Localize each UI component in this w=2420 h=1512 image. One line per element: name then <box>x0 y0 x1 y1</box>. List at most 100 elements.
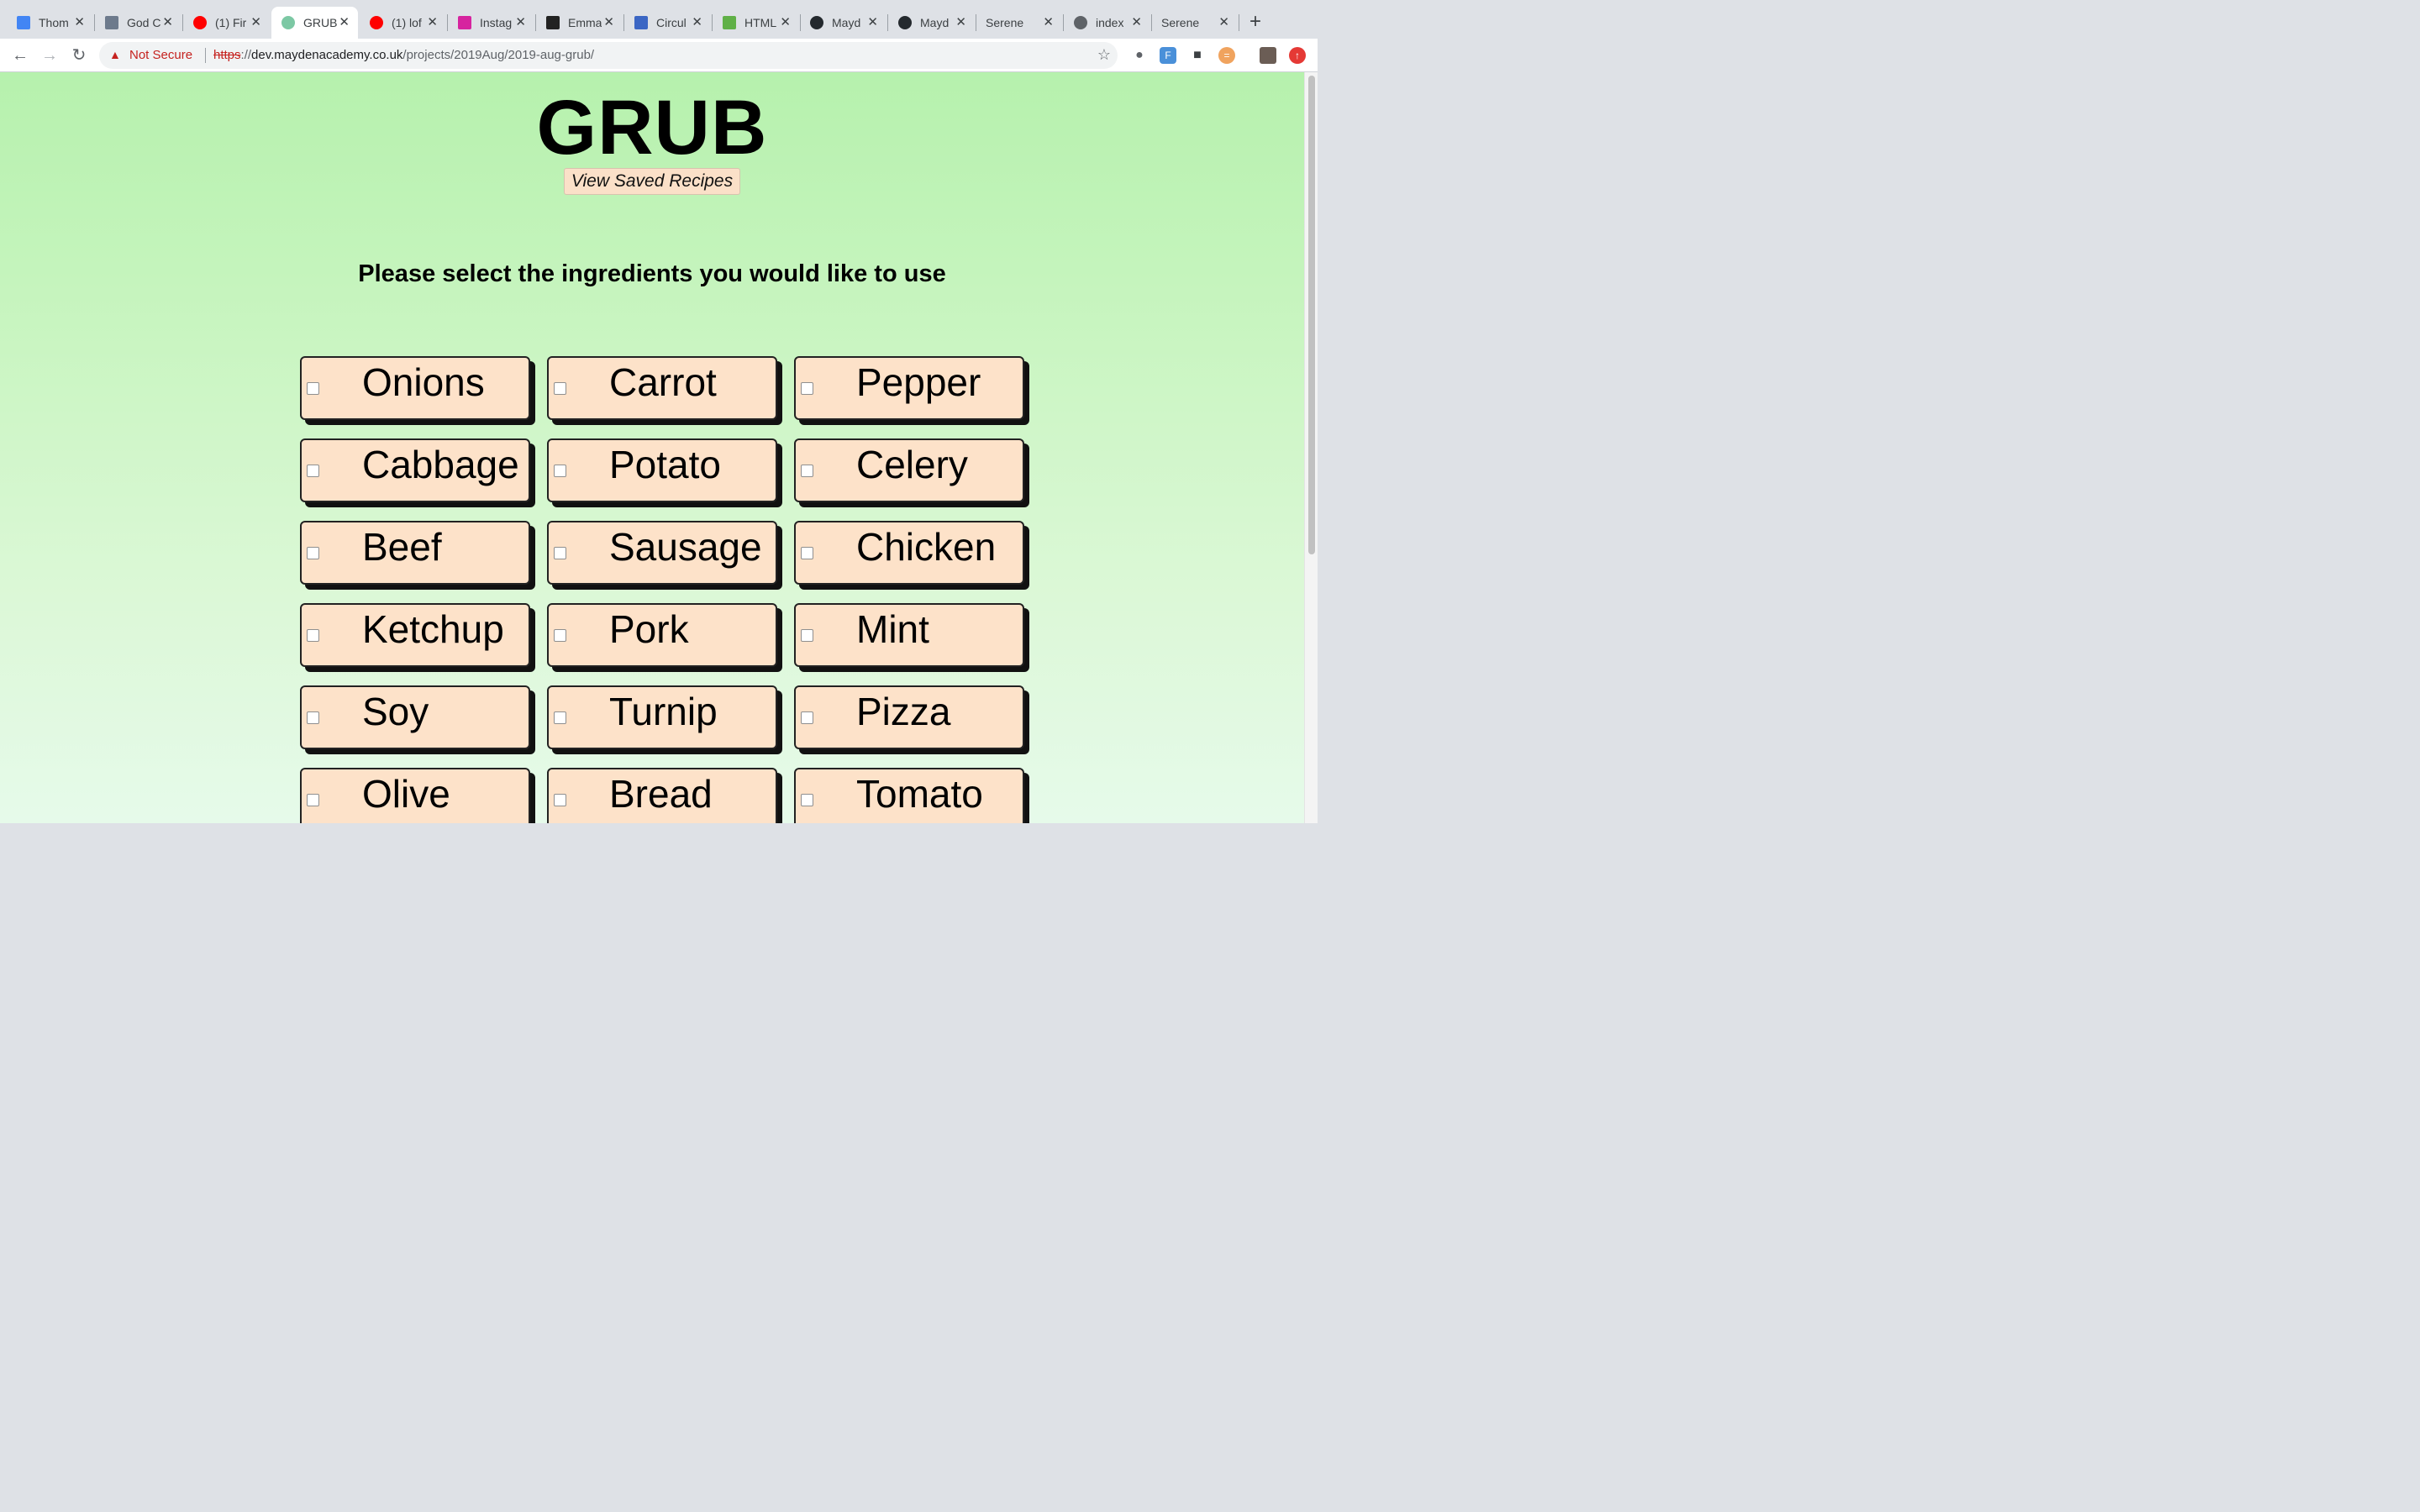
view-saved-recipes-button[interactable]: View Saved Recipes <box>564 168 740 195</box>
ingredient-card[interactable]: Chicken <box>794 521 1024 585</box>
ingredient-card[interactable]: Sausage <box>547 521 777 585</box>
reload-icon[interactable]: ↻ <box>69 45 89 66</box>
update-alert-icon[interactable]: ↑ <box>1289 47 1306 64</box>
tab-title: Thom <box>39 16 69 29</box>
scrollbar-thumb[interactable] <box>1308 76 1315 554</box>
ingredient-checkbox[interactable] <box>307 794 319 806</box>
ingredient-card[interactable]: Celery <box>794 438 1024 502</box>
tab-close-icon[interactable]: ✕ <box>427 16 438 29</box>
ingredient-card[interactable]: Bread <box>547 768 777 823</box>
address-bar[interactable]: ▲ Not Secure https://dev.maydenacademy.c… <box>99 42 1118 69</box>
tab-close-icon[interactable]: ✕ <box>1131 16 1142 29</box>
ingredient-checkbox[interactable] <box>801 382 813 395</box>
ingredient-card[interactable]: Mint <box>794 603 1024 667</box>
ingredient-card[interactable]: Pizza <box>794 685 1024 749</box>
tab-close-icon[interactable]: ✕ <box>250 16 261 29</box>
tab-title: index <box>1096 16 1124 29</box>
tab-title: Emma <box>568 16 602 29</box>
comment-icon[interactable]: ■ <box>1189 47 1206 64</box>
omnibox-divider <box>205 48 206 63</box>
browser-tab[interactable]: HTML ✕ <box>713 7 799 39</box>
ingredient-checkbox[interactable] <box>554 711 566 724</box>
ingredient-label: Ketchup <box>362 607 504 651</box>
ingredient-card[interactable]: Carrot <box>547 356 777 420</box>
ingredient-checkbox[interactable] <box>307 711 319 724</box>
ingredient-label: Carrot <box>609 360 717 404</box>
forward-arrow-icon[interactable]: → <box>39 45 60 66</box>
tab-close-icon[interactable]: ✕ <box>1043 16 1054 29</box>
tab-close-icon[interactable]: ✕ <box>692 16 702 29</box>
ingredient-checkbox[interactable] <box>801 547 813 559</box>
ingredient-label: Tomato <box>856 772 983 816</box>
ingredient-checkbox[interactable] <box>307 465 319 477</box>
tab-close-icon[interactable]: ✕ <box>780 16 791 29</box>
ingredient-label: Cabbage <box>362 443 519 486</box>
tab-close-icon[interactable]: ✕ <box>339 16 350 29</box>
tab-close-icon[interactable]: ✕ <box>603 16 614 29</box>
tab-close-icon[interactable]: ✕ <box>162 16 173 29</box>
typeform-icon <box>546 16 560 29</box>
url-text[interactable]: https://dev.maydenacademy.co.uk/projects… <box>213 48 594 62</box>
ingredient-card[interactable]: Potato <box>547 438 777 502</box>
ingredient-label: Onions <box>362 360 485 404</box>
browser-tab[interactable]: Emma ✕ <box>536 7 623 39</box>
ingredient-card[interactable]: Beef <box>300 521 530 585</box>
ingredient-label: Mint <box>856 607 929 651</box>
browser-tab[interactable]: Thom ✕ <box>7 7 93 39</box>
tab-title: HTML <box>744 16 777 29</box>
ingredient-label: Chicken <box>856 525 997 569</box>
ingredient-card[interactable]: Onions <box>300 356 530 420</box>
ingredient-checkbox[interactable] <box>801 794 813 806</box>
ingredient-card[interactable]: Soy <box>300 685 530 749</box>
bookmark-star-icon[interactable]: ☆ <box>1097 46 1111 64</box>
ingredient-checkbox[interactable] <box>554 465 566 477</box>
tab-close-icon[interactable]: ✕ <box>515 16 526 29</box>
ingredient-checkbox[interactable] <box>554 547 566 559</box>
ingredient-label: Celery <box>856 443 968 486</box>
ingredient-checkbox[interactable] <box>307 382 319 395</box>
ingredient-card[interactable]: Olive <box>300 768 530 823</box>
ingredient-label: Potato <box>609 443 721 486</box>
browser-tab[interactable]: Serene Ex ✕ <box>1151 7 1238 39</box>
ingredient-card[interactable]: Cabbage <box>300 438 530 502</box>
tab-close-icon[interactable]: ✕ <box>955 16 966 29</box>
browser-tab[interactable]: GRUB ✕ <box>271 7 358 39</box>
ingredient-checkbox[interactable] <box>307 547 319 559</box>
ingredient-card[interactable]: Tomato <box>794 768 1024 823</box>
ingredient-checkbox[interactable] <box>554 382 566 395</box>
ingredient-card[interactable]: Ketchup <box>300 603 530 667</box>
browser-tab[interactable]: Instag ✕ <box>448 7 534 39</box>
profile-extension-icon[interactable] <box>1260 47 1276 64</box>
page-viewport: GRUB View Saved Recipes Please select th… <box>0 72 1304 823</box>
ingredient-checkbox[interactable] <box>307 629 319 642</box>
back-arrow-icon[interactable]: ← <box>10 45 30 66</box>
not-secure-label[interactable]: Not Secure <box>129 48 192 62</box>
tab-close-icon[interactable]: ✕ <box>1218 16 1229 29</box>
browser-tab[interactable]: Mayd ✕ <box>888 7 975 39</box>
chat-bubble-icon[interactable]: ● <box>1131 47 1148 64</box>
browser-tab[interactable]: (1) lof ✕ <box>360 7 446 39</box>
ingredient-checkbox[interactable] <box>554 629 566 642</box>
new-tab-plus-icon[interactable]: + <box>1249 11 1261 33</box>
ingredient-checkbox[interactable] <box>554 794 566 806</box>
page-scrollbar[interactable] <box>1304 72 1318 823</box>
ingredient-checkbox[interactable] <box>801 711 813 724</box>
ingredient-checkbox[interactable] <box>801 465 813 477</box>
tab-close-icon[interactable]: ✕ <box>867 16 878 29</box>
tab-close-icon[interactable]: ✕ <box>74 16 85 29</box>
extension-orange-icon[interactable]: = <box>1218 47 1235 64</box>
ingredient-card[interactable]: Turnip <box>547 685 777 749</box>
browser-tab[interactable]: (1) Fir ✕ <box>183 7 270 39</box>
browser-tab[interactable]: index ✕ <box>1064 7 1150 39</box>
ingredient-checkbox[interactable] <box>801 629 813 642</box>
extension-f-icon[interactable]: F <box>1160 47 1176 64</box>
ingredient-label: Pizza <box>856 690 951 733</box>
browser-tab[interactable]: Serene Ex ✕ <box>976 7 1062 39</box>
ingredient-card[interactable]: Pork <box>547 603 777 667</box>
browser-tab[interactable]: Circul ✕ <box>624 7 711 39</box>
ingredient-card[interactable]: Pepper <box>794 356 1024 420</box>
browser-tab[interactable]: Mayd ✕ <box>800 7 886 39</box>
warning-triangle-icon: ▲ <box>109 48 121 61</box>
tab-title: Serene Ex <box>986 16 1026 29</box>
browser-tab[interactable]: God C ✕ <box>95 7 182 39</box>
